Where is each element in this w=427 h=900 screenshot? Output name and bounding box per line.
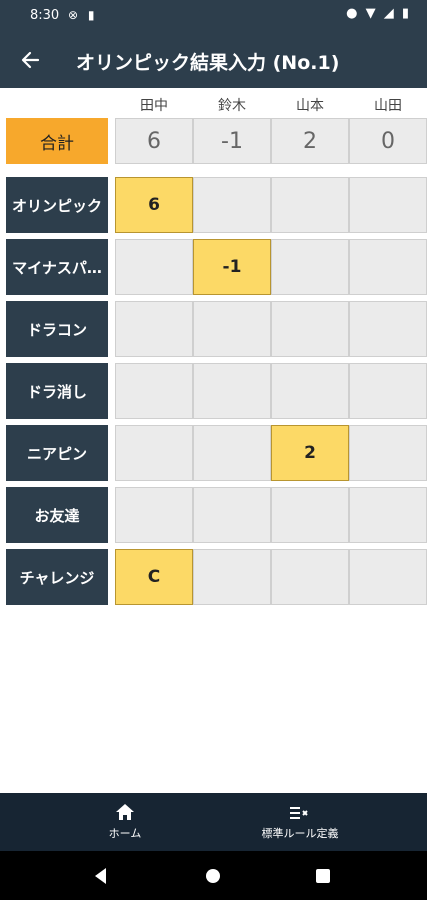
player-header-row: 田中 鈴木 山本 山田: [0, 95, 427, 117]
home-circle-icon[interactable]: [202, 865, 224, 887]
player-name: 鈴木: [218, 98, 246, 114]
total-score: -1: [193, 118, 271, 164]
row-label-dora-keshi: ドラ消し: [6, 363, 108, 419]
nav-home[interactable]: ホーム: [70, 793, 180, 851]
score-cell[interactable]: 2: [271, 425, 349, 481]
score-cell[interactable]: [193, 363, 271, 419]
back-button[interactable]: [16, 46, 44, 74]
row-label-otomodachi: お友達: [6, 487, 108, 543]
bottom-navigation: ホーム 標準ルール定義: [0, 793, 427, 851]
score-cell[interactable]: [349, 177, 427, 233]
row-label-minus-par: マイナスパ…: [6, 239, 108, 295]
page-title: オリンピック結果入力 (No.1): [76, 52, 340, 74]
total-score: 2: [271, 118, 349, 164]
player-name: 田中: [140, 98, 168, 114]
score-cell[interactable]: 6: [115, 177, 193, 233]
row-label-dracon: ドラコン: [6, 301, 108, 357]
nav-home-label: ホーム: [108, 827, 142, 840]
home-icon: [116, 804, 134, 820]
player-name: 山本: [296, 98, 324, 114]
app-bar: オリンピック結果入力 (No.1): [0, 32, 427, 88]
nav-standard-rules[interactable]: 標準ルール定義: [230, 793, 370, 851]
score-cell[interactable]: [349, 425, 427, 481]
score-cell[interactable]: -1: [193, 239, 271, 295]
rule-list-icon: [290, 807, 308, 819]
score-cell[interactable]: [115, 301, 193, 357]
status-bar: 8:30 ⊗ ▮ ● ▼ ◢ ▮: [0, 0, 427, 32]
score-cell[interactable]: [271, 549, 349, 605]
score-cell[interactable]: [271, 239, 349, 295]
score-cell[interactable]: [271, 301, 349, 357]
row-label-challenge: チャレンジ: [6, 549, 108, 605]
score-cell[interactable]: [115, 363, 193, 419]
sync-icon: ⊗: [68, 8, 79, 22]
total-label: 合計: [6, 118, 108, 164]
score-cell[interactable]: [349, 487, 427, 543]
location-icon: ●: [346, 6, 358, 21]
wifi-icon: ▼: [365, 6, 376, 21]
score-cell[interactable]: [193, 177, 271, 233]
score-cell[interactable]: [271, 177, 349, 233]
row-label-olympic: オリンピック: [6, 177, 108, 233]
score-cell[interactable]: [193, 301, 271, 357]
back-arrow-icon: [21, 51, 40, 69]
total-score: 0: [349, 118, 427, 164]
player-name: 山田: [374, 98, 402, 114]
system-navigation-bar: [0, 851, 427, 900]
signal-icon: ◢: [383, 6, 394, 21]
sim-icon: ▮: [87, 8, 95, 22]
status-time: 8:30: [30, 8, 60, 23]
score-cell[interactable]: [193, 425, 271, 481]
score-cell[interactable]: [271, 363, 349, 419]
score-cell[interactable]: [115, 487, 193, 543]
score-cell[interactable]: [349, 301, 427, 357]
back-triangle-icon[interactable]: [90, 865, 112, 887]
score-cell[interactable]: [193, 487, 271, 543]
score-cell[interactable]: [115, 425, 193, 481]
score-cell[interactable]: C: [115, 549, 193, 605]
nav-standard-rules-label: 標準ルール定義: [261, 827, 339, 840]
score-cell[interactable]: [349, 549, 427, 605]
status-notification-icons: ⊗ ▮: [68, 8, 101, 22]
total-score: 6: [115, 118, 193, 164]
score-cell[interactable]: [193, 549, 271, 605]
recents-square-icon[interactable]: [312, 865, 334, 887]
score-cell[interactable]: [115, 239, 193, 295]
score-cell[interactable]: [349, 239, 427, 295]
status-system-icons: ● ▼ ◢ ▮: [342, 6, 409, 21]
battery-icon: ▮: [401, 6, 409, 21]
row-label-nearpin: ニアピン: [6, 425, 108, 481]
score-cell[interactable]: [349, 363, 427, 419]
score-cell[interactable]: [271, 487, 349, 543]
